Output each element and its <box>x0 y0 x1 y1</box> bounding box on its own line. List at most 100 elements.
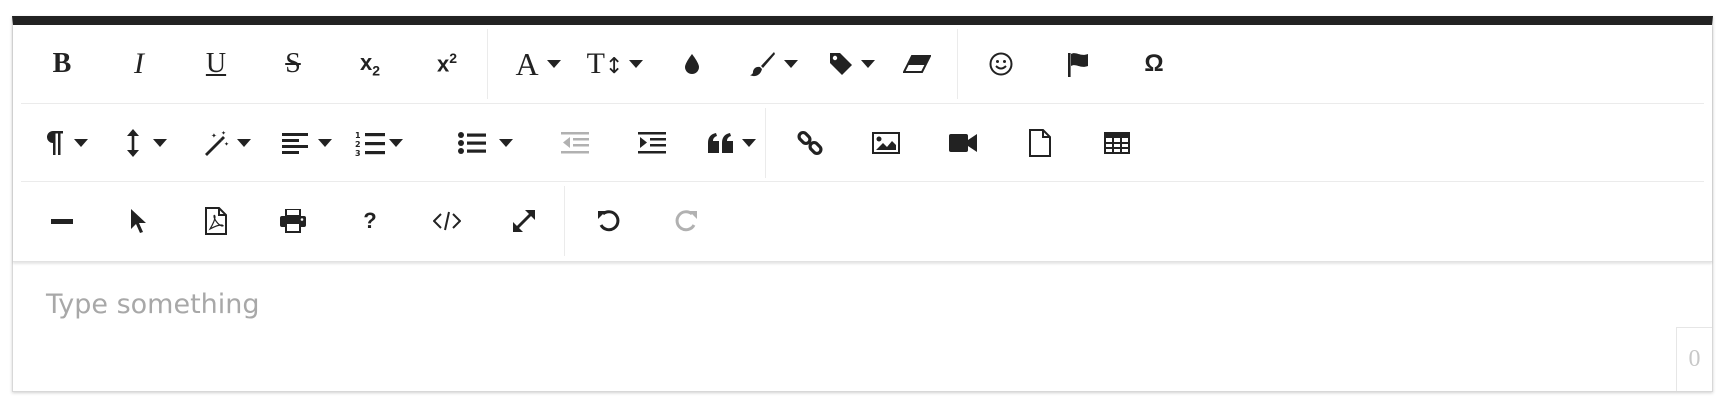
toolbar-separator <box>957 29 958 99</box>
superscript-icon: x2 <box>436 50 458 77</box>
omega-icon: Ω <box>1144 50 1164 77</box>
superscript-button[interactable]: x2 <box>406 29 488 99</box>
svg-text:✦: ✦ <box>211 132 217 140</box>
paragraph-style-button[interactable]: ✦ ✦ ✦ <box>186 108 268 178</box>
font-family-icon: A <box>515 45 539 82</box>
caret-down-icon <box>153 139 167 147</box>
toolbar-row-2: ✦ ✦ ✦ 123 <box>21 103 1704 182</box>
character-counter: 0 <box>1676 327 1712 391</box>
insert-horizontal-line-button[interactable] <box>21 186 103 256</box>
emoticons-button[interactable] <box>960 29 1042 99</box>
svg-text:3: 3 <box>355 149 361 156</box>
print-button[interactable] <box>252 186 334 256</box>
svg-text:2: 2 <box>355 140 361 149</box>
clear-formatting-button[interactable] <box>876 29 958 99</box>
font-size-button[interactable]: T↕ <box>574 29 656 99</box>
ordered-list-options-button[interactable] <box>376 108 416 178</box>
paragraph-format-button[interactable] <box>26 108 108 178</box>
indent-icon <box>638 132 666 154</box>
bold-button[interactable]: B <box>21 29 103 99</box>
align-left-icon <box>282 133 308 154</box>
insert-video-button[interactable] <box>922 108 1004 178</box>
underline-button[interactable]: U <box>175 29 257 99</box>
special-characters-button[interactable]: Ω <box>1113 29 1195 99</box>
subscript-button[interactable]: x2 <box>329 29 411 99</box>
subscript-icon: x2 <box>359 49 381 79</box>
paint-brush-icon <box>750 52 775 77</box>
pdf-file-icon <box>205 207 227 235</box>
outdent-icon <box>561 132 589 154</box>
caret-down-icon <box>546 60 561 68</box>
quote-button[interactable] <box>691 108 773 178</box>
insert-file-button[interactable] <box>999 108 1081 178</box>
smiley-icon <box>989 52 1013 76</box>
tag-icon <box>830 53 852 75</box>
file-icon <box>1029 129 1051 157</box>
line-height-icon <box>127 129 139 157</box>
strikethrough-icon: S <box>285 48 301 79</box>
code-view-button[interactable] <box>406 186 488 256</box>
toolbar-separator <box>564 186 565 256</box>
caret-down-icon <box>237 139 251 147</box>
mouse-pointer-icon <box>131 209 146 233</box>
image-icon <box>872 132 900 154</box>
pilcrow-icon <box>47 131 63 155</box>
horizontal-line-icon <box>51 218 73 224</box>
insert-link-button[interactable] <box>769 108 851 178</box>
font-awesome-button[interactable] <box>1037 29 1119 99</box>
line-height-button[interactable] <box>106 108 188 178</box>
video-camera-icon <box>949 134 977 152</box>
indent-button[interactable] <box>611 108 693 178</box>
caret-down-icon <box>389 139 403 147</box>
svg-text:1: 1 <box>355 131 361 140</box>
question-icon: ? <box>363 208 377 233</box>
link-icon <box>797 130 823 156</box>
unordered-list-options-button[interactable] <box>486 108 526 178</box>
insert-table-button[interactable] <box>1076 108 1158 178</box>
bold-icon: B <box>52 48 72 79</box>
droplet-icon <box>685 54 699 74</box>
flag-icon <box>1068 53 1088 77</box>
quote-icon <box>708 133 733 153</box>
strikethrough-button[interactable]: S <box>252 29 334 99</box>
background-color-button[interactable] <box>733 29 815 99</box>
toolbar-separator <box>765 108 766 178</box>
caret-down-icon <box>629 60 644 68</box>
magic-wand-icon: ✦ ✦ ✦ <box>205 130 229 156</box>
svg-text:✦: ✦ <box>224 141 229 148</box>
underline-icon: U <box>205 48 227 79</box>
expand-icon <box>513 210 535 232</box>
select-all-button[interactable] <box>98 186 180 256</box>
text-color-button[interactable] <box>651 29 733 99</box>
font-size-icon: T↕ <box>586 47 624 80</box>
svg-text:✦: ✦ <box>221 130 226 137</box>
undo-icon <box>598 210 620 232</box>
font-family-button[interactable]: A <box>497 29 579 99</box>
caret-down-icon <box>784 60 798 68</box>
toolbar-separator <box>487 29 488 99</box>
editor-placeholder: Type something <box>46 289 260 320</box>
editor-content-area[interactable]: Type something 0 <box>13 261 1712 391</box>
unordered-list-icon <box>458 132 486 154</box>
caret-down-icon <box>861 60 875 68</box>
caret-down-icon <box>742 139 756 147</box>
undo-button[interactable] <box>568 186 650 256</box>
help-button[interactable]: ? <box>329 186 411 256</box>
italic-icon: I <box>134 47 144 80</box>
italic-button[interactable]: I <box>98 29 180 99</box>
rich-text-editor: B I U S x2 x2 A T↕ Ω ✦ ✦ ✦ 1 2 3 ? Type … <box>12 16 1713 392</box>
insert-image-button[interactable] <box>845 108 927 178</box>
redo-icon <box>675 210 697 232</box>
editor-toolbar: B I U S x2 x2 A T↕ Ω ✦ ✦ ✦ 1 2 3 ? <box>13 25 1712 262</box>
code-icon <box>433 211 461 231</box>
caret-down-icon <box>499 139 513 147</box>
outdent-button[interactable] <box>534 108 616 178</box>
toolbar-row-1: B I U S x2 x2 A T↕ Ω <box>21 25 1704 103</box>
redo-button[interactable] <box>645 186 727 256</box>
caret-down-icon <box>74 139 88 147</box>
toolbar-row-3: ? <box>21 181 1704 260</box>
table-icon <box>1104 132 1130 154</box>
print-icon <box>280 209 306 233</box>
export-pdf-button[interactable] <box>175 186 257 256</box>
fullscreen-button[interactable] <box>483 186 565 256</box>
